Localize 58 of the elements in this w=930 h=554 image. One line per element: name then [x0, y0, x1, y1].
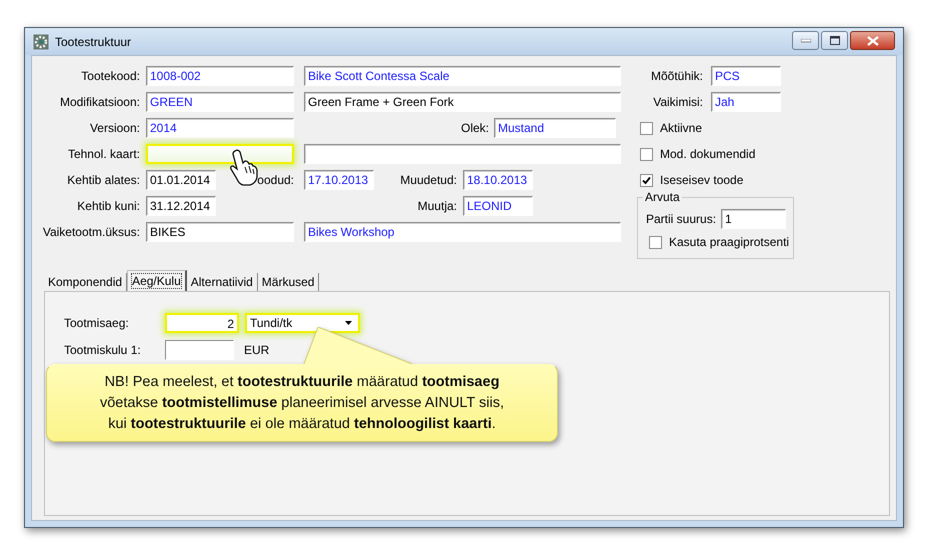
- input-field[interactable]: Jah: [711, 92, 781, 112]
- field-label: Vaiketootm.üksus:: [42, 225, 140, 239]
- field-label: Muutja:: [416, 199, 457, 213]
- input-field[interactable]: 31.12.2014: [146, 196, 216, 216]
- field-label: Versioon:: [88, 121, 140, 135]
- field-label: Muudetud:: [399, 173, 457, 187]
- checkbox-label: Aktiivne: [660, 121, 702, 135]
- checkbox[interactable]: [640, 122, 653, 134]
- maximize-button[interactable]: [821, 31, 848, 50]
- checkbox[interactable]: [649, 236, 662, 248]
- field-label: Vaikimisi:: [652, 95, 703, 109]
- input-field[interactable]: Bikes Workshop: [304, 222, 621, 242]
- input-field[interactable]: LEONID: [463, 196, 533, 216]
- input-field[interactable]: 2: [165, 312, 239, 332]
- field-label: oodud:: [256, 173, 294, 187]
- field-label: Tehnol. kaart:: [66, 147, 140, 161]
- field-label: Olek:: [460, 121, 489, 135]
- input-field[interactable]: [304, 144, 621, 164]
- unit-dropdown[interactable]: Tundi/tk: [245, 312, 360, 332]
- field-label: Tootmiskulu 1:: [64, 342, 142, 356]
- field-label: Partii suurus:: [646, 212, 716, 226]
- maximize-icon: [830, 36, 840, 45]
- field-label: Modifikatsioon:: [58, 95, 140, 109]
- close-button[interactable]: [850, 31, 895, 50]
- checkbox[interactable]: [640, 148, 653, 160]
- input-field[interactable]: 18.10.2013: [463, 170, 533, 190]
- input-field[interactable]: 1008-002: [146, 66, 294, 86]
- checkbox-label: Kasuta praagiprotsenti: [669, 235, 790, 249]
- close-icon: [866, 36, 878, 46]
- callout-text: NB! Pea meelest, et tootestruktuurile määratud tootmisaeg võetakse tootmistellimuse planeerimisel arvesse AINULT siis, kui tootestruktuurile ei ole määratud tehnoloogilist kaarti.: [100, 372, 504, 434]
- window-title: Tootestruktuur: [55, 34, 132, 48]
- gear-icon: [33, 34, 49, 50]
- field-label: Kehtib kuni:: [76, 199, 140, 213]
- checkbox-label: Mod. dokumendid: [660, 147, 756, 161]
- checkbox-label: Iseseisev toode: [660, 173, 744, 187]
- input-field[interactable]: 01.01.2014: [146, 170, 216, 190]
- minimize-icon: [800, 38, 810, 42]
- input-field[interactable]: BIKES: [146, 222, 294, 242]
- group-title: Arvuta: [643, 190, 682, 204]
- currency-label: EUR: [244, 342, 270, 356]
- input-field[interactable]: 17.10.2013: [304, 170, 374, 190]
- input-field[interactable]: PCS: [711, 66, 781, 86]
- input-field[interactable]: Bike Scott Contessa Scale: [304, 66, 621, 86]
- dropdown-arrow-icon: [345, 320, 352, 324]
- input-field[interactable]: 2014: [146, 118, 294, 138]
- input-field[interactable]: 1: [721, 209, 786, 229]
- tab[interactable]: Aeg/Kulu: [127, 270, 187, 291]
- field-label: Tootekood:: [80, 69, 140, 83]
- field-label: Mõõtühik:: [650, 69, 703, 83]
- minimize-button[interactable]: [792, 31, 819, 50]
- input-field[interactable]: Green Frame + Green Fork: [304, 92, 621, 112]
- input-field[interactable]: GREEN: [146, 92, 294, 112]
- input-field[interactable]: Mustand: [494, 118, 616, 138]
- hand-cursor-icon: [229, 149, 259, 187]
- field-label: Tootmisaeg:: [64, 316, 130, 330]
- input-field[interactable]: [165, 340, 234, 360]
- checkbox[interactable]: [640, 174, 653, 186]
- field-label: Kehtib alates:: [66, 173, 140, 187]
